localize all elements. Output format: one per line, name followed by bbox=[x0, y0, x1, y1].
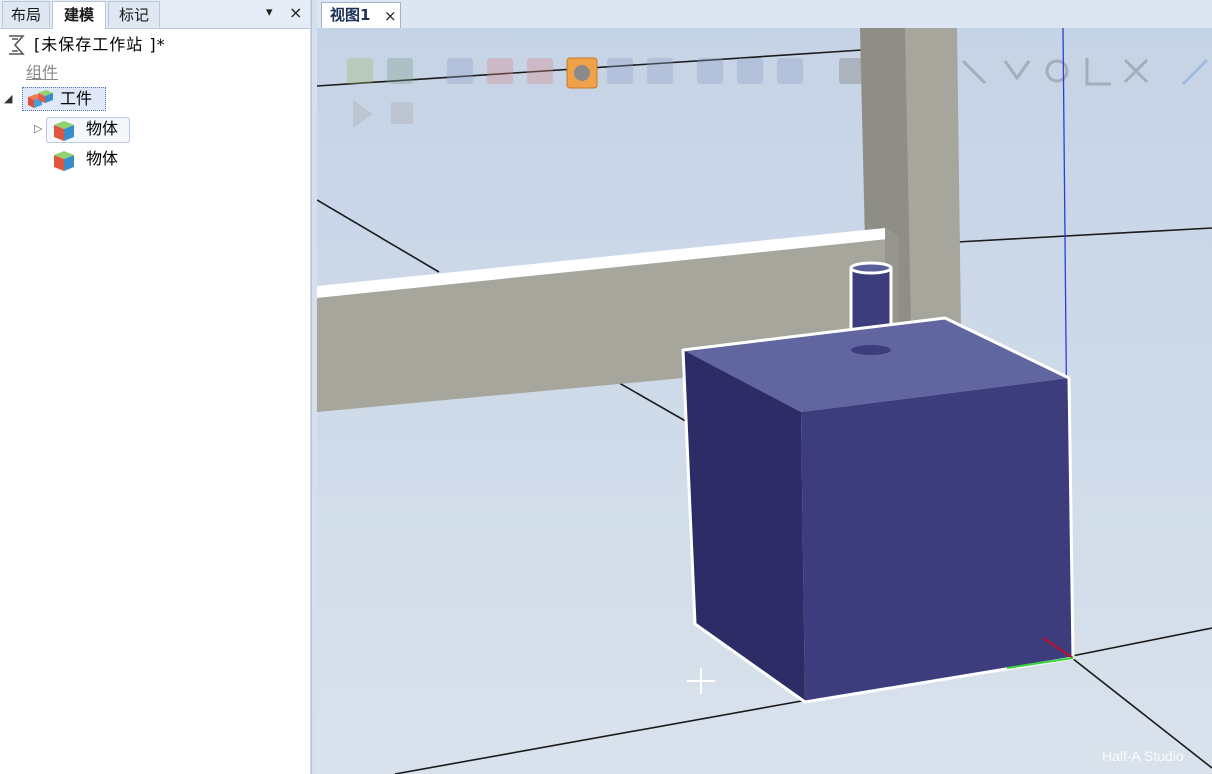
scene-canvas[interactable] bbox=[317, 28, 1212, 774]
select-target-icon[interactable] bbox=[647, 58, 673, 84]
selected-cube[interactable] bbox=[681, 316, 1075, 704]
collapse-arrow-icon[interactable]: ◢ bbox=[4, 86, 12, 112]
move-icon[interactable] bbox=[777, 58, 803, 84]
select-surface-icon[interactable] bbox=[387, 58, 413, 84]
workpiece-label: 工件 bbox=[60, 89, 93, 108]
panel-close-icon[interactable]: × bbox=[289, 3, 302, 22]
multi-body-icon bbox=[28, 90, 53, 108]
tab-modeling[interactable]: 建模 bbox=[52, 1, 106, 29]
tree-item-group[interactable]: 组件 bbox=[26, 60, 58, 86]
active-select-tool-glyph bbox=[574, 65, 590, 81]
3d-viewport[interactable]: Half-A Studio bbox=[317, 28, 1212, 774]
expand-arrow-icon[interactable]: ▷ bbox=[34, 116, 42, 142]
panel-dropdown-icon[interactable]: ▾ bbox=[266, 5, 273, 20]
body-1-label: 物体 bbox=[86, 119, 119, 138]
tree-item-workpiece[interactable]: ◢ 工件 bbox=[4, 86, 114, 112]
tree-item-body-1[interactable]: ▷ 物体 bbox=[34, 116, 134, 143]
tab-tags[interactable]: 标记 bbox=[108, 1, 160, 27]
select-frame-icon[interactable] bbox=[697, 58, 723, 84]
watermark-text: Half-A Studio bbox=[1102, 748, 1184, 764]
select-mechanism-icon[interactable] bbox=[527, 58, 553, 84]
select-part-icon[interactable] bbox=[487, 58, 513, 84]
select-group-icon[interactable] bbox=[607, 58, 633, 84]
tab-view1[interactable]: 视图1 × bbox=[321, 2, 401, 28]
station-label: [未保存工作站 ]* bbox=[34, 35, 166, 54]
view-tab-strip: 视图1 × bbox=[317, 0, 1212, 29]
tab-layout[interactable]: 布局 bbox=[2, 1, 50, 27]
station-icon bbox=[9, 35, 25, 55]
panel-tab-strip: 布局 建模 标记 ▾ × bbox=[0, 0, 310, 29]
tree-item-body-2[interactable]: 物体 bbox=[52, 146, 142, 172]
stop-icon[interactable] bbox=[391, 102, 413, 124]
body-cube-icon bbox=[54, 121, 74, 141]
close-icon[interactable]: × bbox=[384, 4, 397, 28]
select-curve-icon[interactable] bbox=[447, 58, 473, 84]
modeling-browser-panel: 布局 建模 标记 ▾ × [未保存工作站 ]* 组件 ◢ 工件 ▷ 物体 物体 bbox=[0, 0, 311, 774]
body-2-label: 物体 bbox=[86, 149, 119, 168]
select-body-icon[interactable] bbox=[347, 58, 373, 84]
body-cube-icon bbox=[54, 151, 74, 171]
select-path-icon[interactable] bbox=[737, 58, 763, 84]
view1-tab-label: 视图1 bbox=[330, 6, 371, 24]
